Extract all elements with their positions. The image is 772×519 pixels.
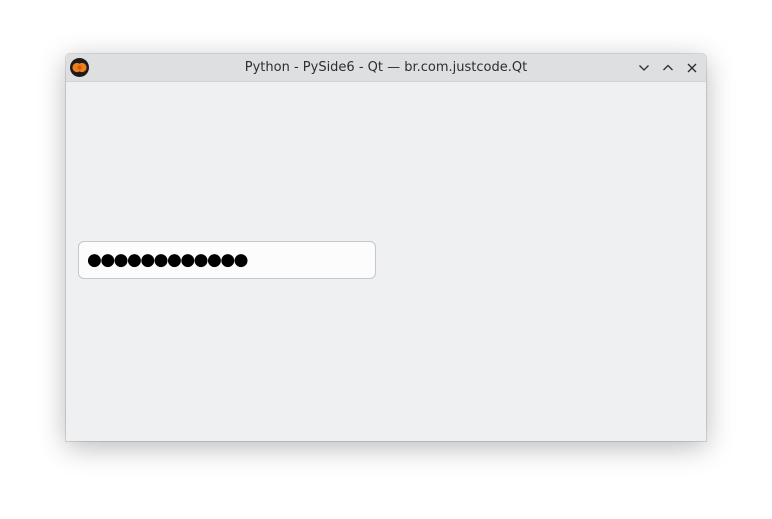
chevron-up-icon [663,64,673,71]
close-button[interactable] [682,58,702,78]
application-window: Python - PySide6 - Qt — br.com.justcode.… [66,54,706,441]
chevron-down-icon [639,65,649,71]
window-title: Python - PySide6 - Qt — br.com.justcode.… [244,60,528,75]
password-input[interactable]: ●●●●●●●●●●●● [78,241,376,279]
minimize-button[interactable] [634,58,654,78]
password-masked-value: ●●●●●●●●●●●● [87,250,249,270]
close-icon [687,63,697,73]
title-bar[interactable]: Python - PySide6 - Qt — br.com.justcode.… [66,54,706,82]
maximize-button[interactable] [658,58,678,78]
